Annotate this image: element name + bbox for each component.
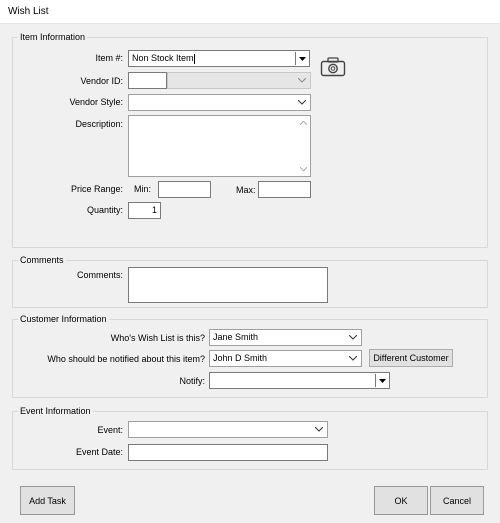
cancel-button[interactable]: Cancel xyxy=(430,486,484,515)
chevron-down-icon xyxy=(298,100,306,105)
comments-textarea[interactable] xyxy=(128,267,328,303)
event-date-input[interactable] xyxy=(128,444,328,461)
description-label: Description: xyxy=(75,119,123,129)
chevron-down-icon xyxy=(298,78,306,83)
chevron-down-icon xyxy=(379,379,386,383)
item-number-label: Item #: xyxy=(95,53,123,63)
notify-dropdown-button[interactable] xyxy=(375,374,388,387)
vendor-style-combo[interactable] xyxy=(128,94,311,111)
vendor-id-input[interactable] xyxy=(128,72,167,89)
window-title: Wish List xyxy=(8,6,49,17)
comments-group-label: Comments xyxy=(18,254,66,266)
ok-button[interactable]: OK xyxy=(374,486,428,515)
notified-person-dropdown[interactable] xyxy=(345,351,361,366)
quantity-label: Quantity: xyxy=(86,205,123,215)
chevron-down-icon xyxy=(315,427,323,432)
quantity-input[interactable]: 1 xyxy=(128,202,161,219)
notified-person-label: Who should be notified about this item? xyxy=(47,354,205,364)
event-dropdown[interactable] xyxy=(311,422,327,437)
scroll-up-icon[interactable] xyxy=(300,121,307,125)
event-combo[interactable] xyxy=(128,421,328,438)
scroll-down-icon[interactable] xyxy=(300,167,307,171)
vendor-style-dropdown[interactable] xyxy=(294,95,310,110)
chevron-down-icon xyxy=(349,356,357,361)
title-bar: Wish List xyxy=(0,0,500,24)
item-information-label: Item Information xyxy=(18,31,88,43)
min-label: Min: xyxy=(134,184,152,194)
price-range-label: Price Range: xyxy=(70,184,123,194)
vendor-style-label: Vendor Style: xyxy=(69,97,123,107)
camera-icon[interactable] xyxy=(320,56,346,78)
max-price-input[interactable] xyxy=(258,181,311,198)
event-information-label: Event Information xyxy=(18,405,93,417)
vendor-id-label: Vendor ID: xyxy=(80,76,123,86)
event-information-group: Event Information xyxy=(12,405,488,470)
comments-label: Comments: xyxy=(76,270,123,280)
add-task-button[interactable]: Add Task xyxy=(20,486,75,515)
item-number-combo[interactable]: Non Stock Item xyxy=(128,50,310,67)
wishlist-owner-label: Who's Wish List is this? xyxy=(110,333,205,343)
min-price-input[interactable] xyxy=(158,181,211,198)
chevron-down-icon xyxy=(299,57,306,61)
notified-person-combo[interactable]: John D Smith xyxy=(209,350,362,367)
notify-label: Notify: xyxy=(179,376,205,386)
vendor-name-combo xyxy=(167,72,311,89)
different-customer-button[interactable]: Different Customer xyxy=(369,349,453,367)
wishlist-owner-combo[interactable]: Jane Smith xyxy=(209,329,362,346)
wishlist-owner-dropdown[interactable] xyxy=(345,330,361,345)
event-date-label: Event Date: xyxy=(75,447,123,457)
event-label: Event: xyxy=(97,425,123,435)
chevron-down-icon xyxy=(349,335,357,340)
notify-combo[interactable] xyxy=(209,372,390,389)
description-textarea[interactable] xyxy=(128,115,311,177)
item-number-dropdown-button[interactable] xyxy=(295,52,308,65)
customer-information-label: Customer Information xyxy=(18,313,109,325)
vendor-name-dropdown xyxy=(294,73,310,88)
max-label: Max: xyxy=(236,185,256,195)
